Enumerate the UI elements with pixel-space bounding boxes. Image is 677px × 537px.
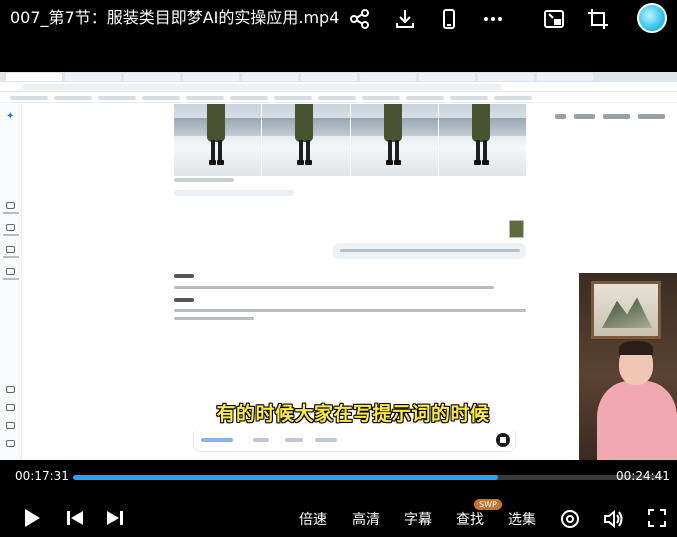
share-icon[interactable]	[347, 6, 373, 32]
current-time: 00:17:31	[15, 469, 69, 483]
generated-image-row	[174, 104, 526, 176]
sidebar-icon	[6, 404, 15, 411]
pip-icon[interactable]	[541, 6, 567, 32]
uploaded-thumbnail	[509, 220, 524, 238]
screen-recording: ✦ 有的时候大家在写提示词的时候	[0, 72, 677, 460]
search-button[interactable]: 查找	[456, 509, 484, 529]
generated-image	[350, 104, 438, 176]
download-icon[interactable]	[392, 6, 418, 32]
phone-icon[interactable]	[436, 6, 462, 32]
volume-icon[interactable]	[603, 508, 625, 530]
app-logo-icon: ✦	[6, 111, 15, 122]
browser-tab	[478, 73, 534, 81]
browser-tab	[360, 73, 416, 81]
video-player: 007_第7节：服装类目即梦AI的实操应用.mp4 ✦ 有的时候大家在写提示词的…	[0, 0, 677, 537]
sidebar-icon	[6, 202, 15, 209]
wall-painting	[591, 281, 661, 339]
play-icon[interactable]	[22, 508, 42, 528]
app-sidebar: ✦	[0, 104, 22, 460]
top-bar: 007_第7节：服装类目即梦AI的实操应用.mp4	[0, 0, 677, 40]
generated-image	[438, 104, 526, 176]
sidebar-icon	[6, 224, 15, 231]
progress-bar[interactable]	[73, 475, 663, 480]
settings-icon[interactable]	[559, 508, 581, 530]
generated-image	[262, 104, 350, 176]
sidebar-icon	[6, 268, 15, 275]
sidebar-icon	[6, 440, 15, 447]
more-icon[interactable]	[480, 6, 506, 32]
browser-tab	[301, 73, 357, 81]
fullscreen-icon[interactable]	[647, 508, 667, 528]
browser-tab	[537, 73, 593, 81]
quality-button[interactable]: 高清	[352, 509, 380, 529]
browser-tab-strip	[0, 72, 677, 82]
sidebar-icon	[6, 386, 15, 393]
send-button[interactable]	[496, 433, 510, 447]
subtitle-box: 有的时候大家在写提示词的时候	[193, 393, 513, 431]
section-heading	[174, 274, 194, 278]
browser-tab	[419, 73, 475, 81]
subtitles-button[interactable]: 字幕	[404, 509, 432, 529]
episodes-button[interactable]: 选集	[508, 509, 536, 529]
crop-icon[interactable]	[585, 6, 611, 32]
prompt-input[interactable]	[193, 428, 516, 452]
top-right-tools	[555, 114, 665, 122]
url-field	[22, 84, 502, 90]
progress-fill	[73, 475, 498, 480]
avatar-icon[interactable]	[637, 3, 667, 33]
next-icon[interactable]	[105, 508, 125, 528]
browser-tab	[65, 73, 121, 81]
browser-tab	[242, 73, 298, 81]
bookmark-bar	[0, 93, 677, 103]
browser-tab	[124, 73, 180, 81]
browser-address-bar	[0, 82, 677, 92]
loading-skeleton	[174, 190, 294, 196]
previous-icon[interactable]	[65, 508, 85, 528]
sidebar-icon	[6, 422, 15, 429]
browser-tab	[183, 73, 239, 81]
subtitle-text: 有的时候大家在写提示词的时候	[216, 402, 490, 425]
total-time: 00:24:41	[616, 469, 670, 483]
section-heading	[174, 298, 194, 302]
browser-tab	[6, 73, 62, 81]
speed-button[interactable]: 倍速	[299, 509, 327, 529]
presenter-webcam	[579, 273, 677, 460]
generated-image	[174, 104, 262, 176]
image-caption	[174, 178, 234, 182]
sidebar-icon	[6, 246, 15, 253]
video-title: 007_第7节：服装类目即梦AI的实操应用.mp4	[10, 8, 340, 27]
